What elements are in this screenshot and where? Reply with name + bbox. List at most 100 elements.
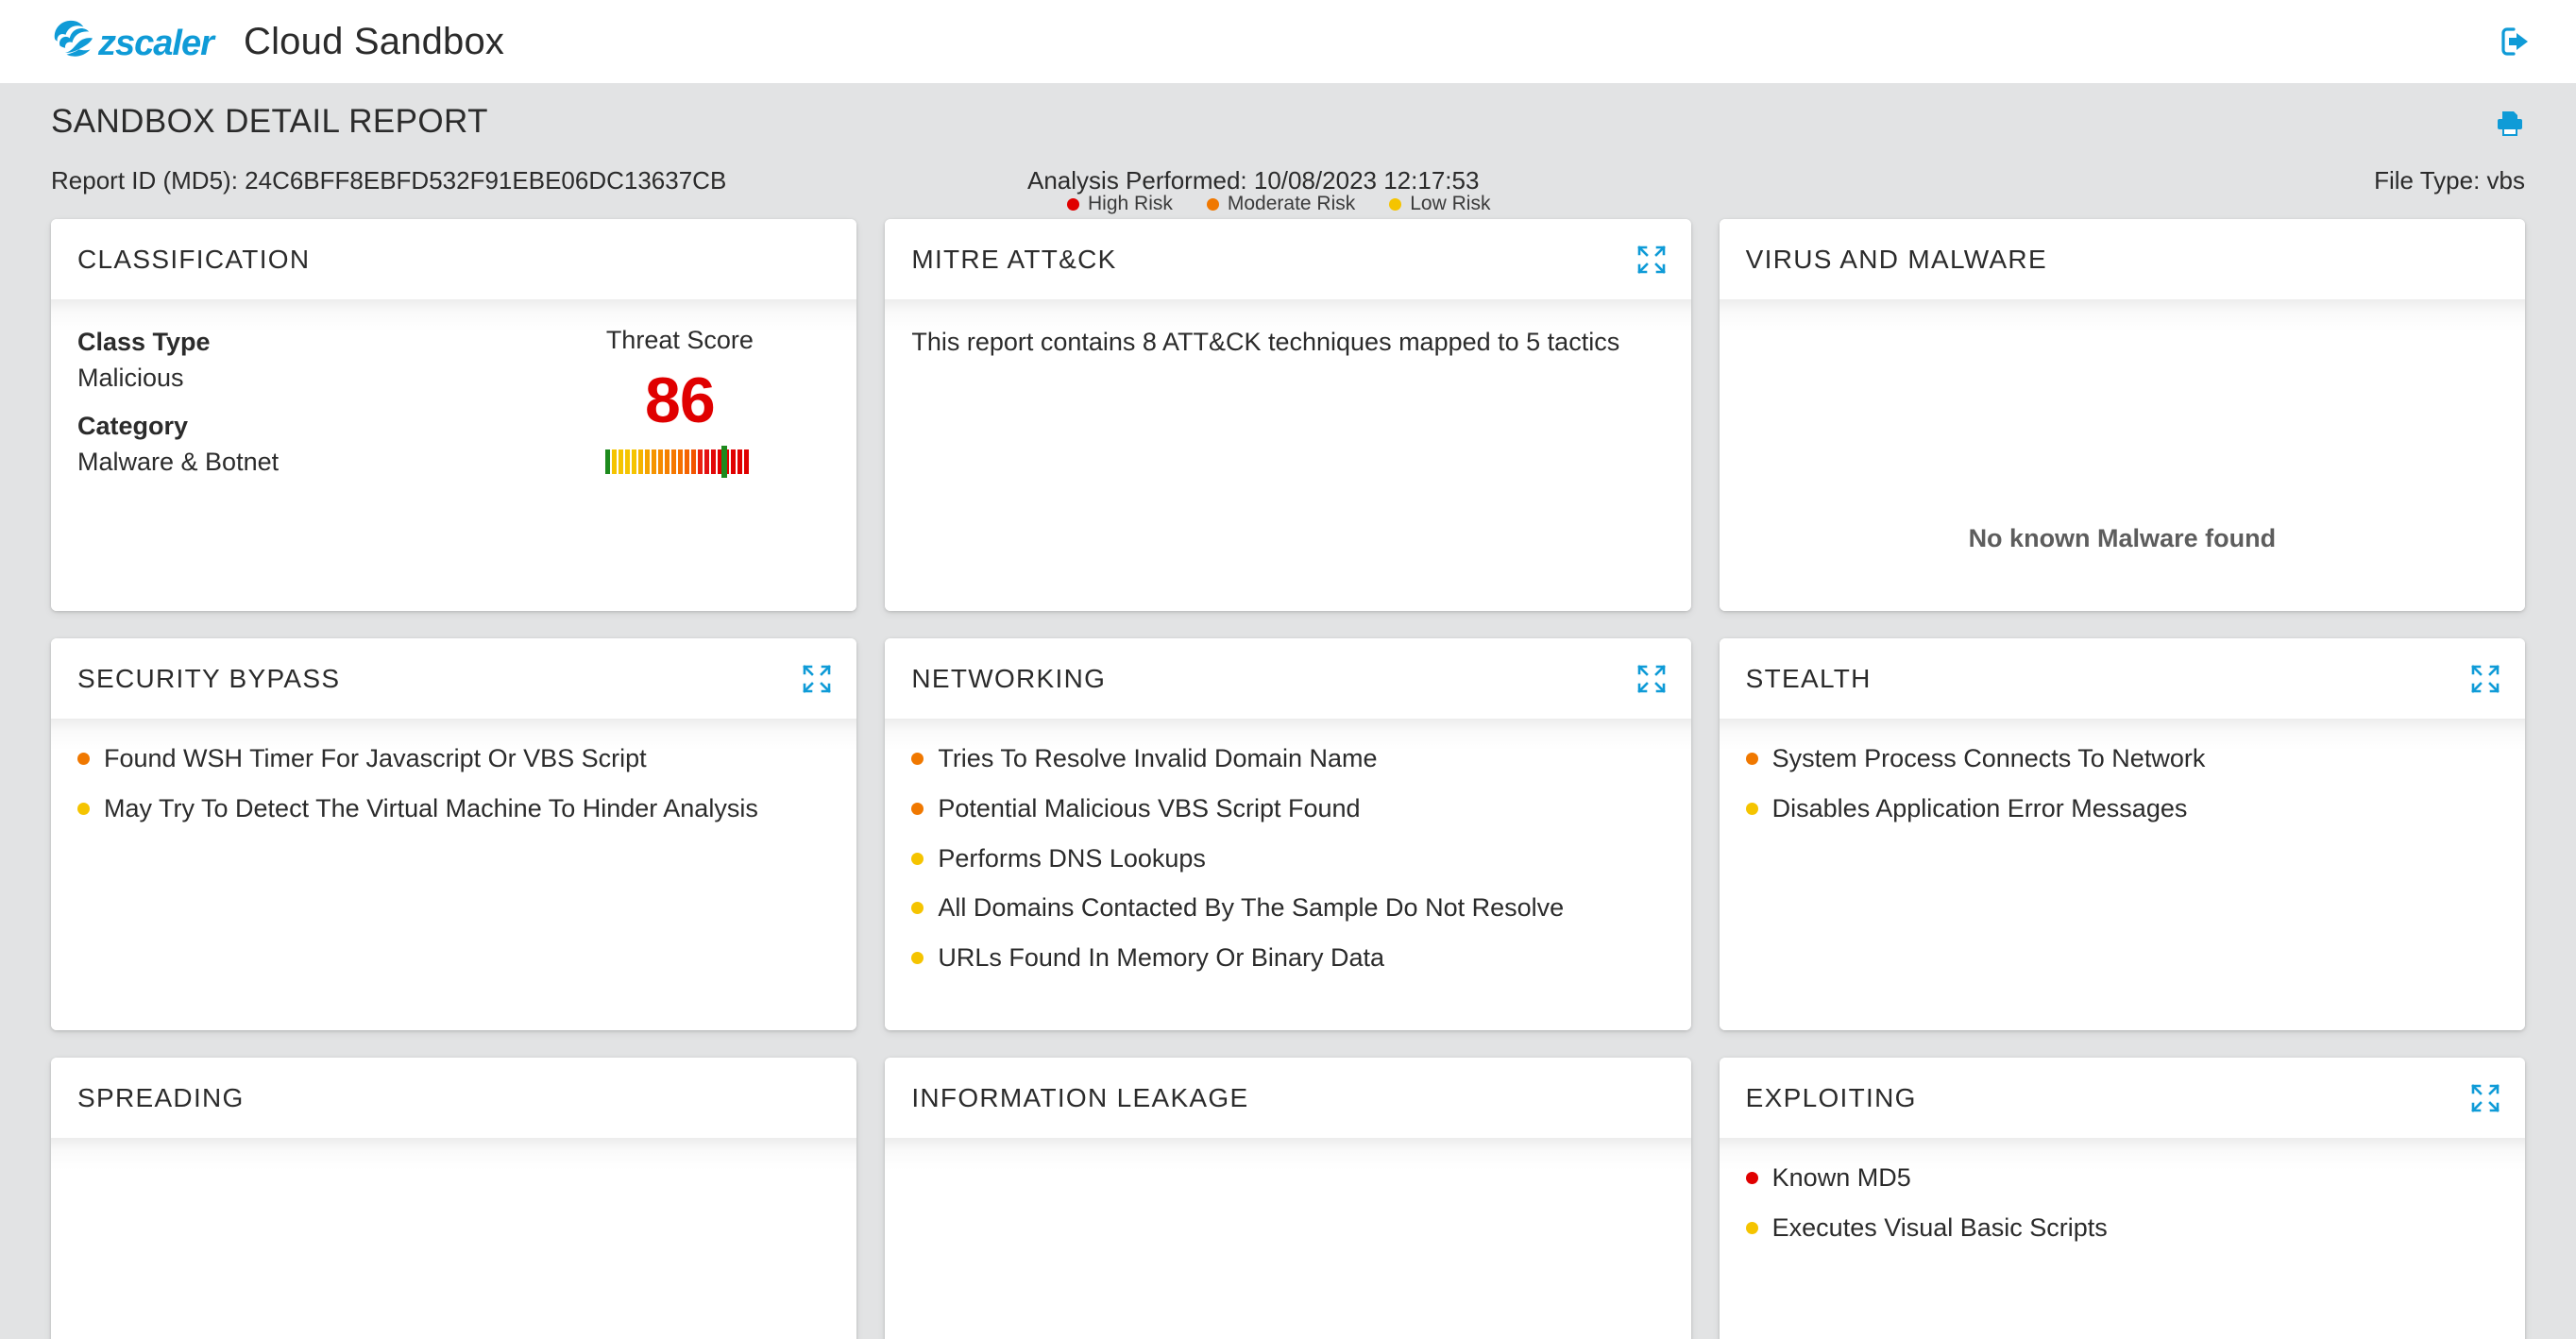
page-title: SANDBOX DETAIL REPORT (51, 103, 488, 140)
finding-label: Disables Application Error Messages (1771, 793, 2188, 822)
legend-item-moderate: Moderate Risk (1206, 193, 1356, 215)
finding-list: Tries To Resolve Invalid Domain Name Pot… (911, 743, 1664, 975)
class-type-label: Class Type (77, 328, 211, 356)
risk-bullet (911, 852, 924, 865)
mitre-summary: This report contains 8 ATT&CK techniques… (911, 328, 1620, 356)
card-header: VIRUS AND MALWARE (1719, 219, 2525, 299)
risk-bullet (911, 952, 924, 964)
finding-label: May Try To Detect The Virtual Machine To… (104, 793, 758, 822)
expand-icon[interactable] (803, 664, 832, 693)
list-item: System Process Connects To Network (1745, 743, 2499, 775)
finding-label: Performs DNS Lookups (938, 843, 1206, 873)
card-body: No known Malware found (1719, 299, 2525, 611)
card-body: Found WSH Timer For Javascript Or VBS Sc… (51, 719, 857, 1030)
card-header: SPREADING (51, 1058, 857, 1138)
card-title: NETWORKING (911, 663, 1107, 693)
finding-label: Found WSH Timer For Javascript Or VBS Sc… (104, 744, 647, 772)
card-title: EXPLOITING (1745, 1082, 1917, 1112)
finding-label: All Domains Contacted By The Sample Do N… (938, 893, 1565, 923)
category-label: Category (77, 412, 189, 440)
risk-bullet (1745, 802, 1758, 815)
risk-bullet (911, 753, 924, 765)
list-item: Executes Visual Basic Scripts (1745, 1212, 2499, 1245)
threat-score-label: Threat Score (605, 326, 754, 354)
legend-label-moderate: Moderate Risk (1227, 193, 1356, 214)
card-header: CLASSIFICATION (51, 219, 857, 299)
list-item: Tries To Resolve Invalid Domain Name (911, 743, 1664, 775)
list-item: May Try To Detect The Virtual Machine To… (77, 793, 830, 825)
card-header: MITRE ATT&CK (885, 219, 1691, 299)
svg-text:zscaler: zscaler (97, 24, 216, 63)
card-body: Known MD5 Executes Visual Basic Scripts (1719, 1138, 2525, 1339)
card-title: CLASSIFICATION (77, 244, 311, 274)
card-virus-and-malware: VIRUS AND MALWARE No known Malware found (1719, 219, 2525, 611)
card-mitre-attack: MITRE ATT&CK This report contains 8 ATT&… (885, 219, 1691, 611)
legend-label-high: High Risk (1088, 193, 1173, 214)
card-header: NETWORKING (885, 638, 1691, 719)
card-title: MITRE ATT&CK (911, 244, 1117, 274)
card-information-leakage: INFORMATION LEAKAGE No suspicious activi… (885, 1058, 1691, 1339)
finding-label: Potential Malicious VBS Script Found (938, 793, 1361, 822)
card-body: No suspicious activity detected (51, 1138, 857, 1339)
card-title: STEALTH (1745, 663, 1872, 693)
empty-state-text: No known Malware found (1968, 524, 2277, 552)
risk-bullet (1745, 1172, 1758, 1184)
high-risk-dot (1067, 197, 1079, 211)
card-exploiting: EXPLOITING Known MD5 Executes Visual Bas… (1719, 1058, 2525, 1339)
risk-bullet (1745, 753, 1758, 765)
list-item: Known MD5 (1745, 1162, 2499, 1195)
risk-bullet (1745, 1221, 1758, 1234)
card-title: SPREADING (77, 1082, 245, 1112)
legend-item-high: High Risk (1067, 193, 1173, 215)
file-type: File Type: vbs (2374, 166, 2525, 195)
analysis-performed: Analysis Performed: 10/08/2023 12:17:53 (1027, 166, 1480, 195)
card-title: VIRUS AND MALWARE (1745, 244, 2047, 274)
risk-legend: High Risk Moderate Risk Low Risk (1067, 193, 1490, 215)
expand-icon[interactable] (2471, 664, 2500, 693)
list-item: Disables Application Error Messages (1745, 793, 2499, 825)
card-header: INFORMATION LEAKAGE (885, 1058, 1691, 1138)
list-item: Found WSH Timer For Javascript Or VBS Sc… (77, 743, 830, 775)
card-body: No suspicious activity detected (885, 1138, 1691, 1339)
card-body: Tries To Resolve Invalid Domain Name Pot… (885, 719, 1691, 1030)
class-type-value: Malicious (77, 364, 184, 392)
finding-label: System Process Connects To Network (1771, 744, 2206, 772)
category-value: Malware & Botnet (77, 448, 280, 476)
card-spreading: SPREADING No suspicious activity detecte… (51, 1058, 857, 1339)
legend-item-low: Low Risk (1389, 193, 1490, 215)
card-body: Class Type Malicious Category Malware & … (51, 299, 857, 611)
finding-list: System Process Connects To Network Disab… (1745, 743, 2499, 825)
card-networking: NETWORKING Tries To Resolve Invalid Doma… (885, 638, 1691, 1030)
card-title: SECURITY BYPASS (77, 663, 341, 693)
card-body: System Process Connects To Network Disab… (1719, 719, 2525, 1030)
list-item: All Domains Contacted By The Sample Do N… (911, 892, 1664, 924)
top-bar: zscaler Cloud Sandbox (0, 0, 2576, 83)
finding-label: Tries To Resolve Invalid Domain Name (938, 744, 1378, 772)
report-id: Report ID (MD5): 24C6BFF8EBFD532F91EBE06… (51, 166, 727, 195)
moderate-risk-dot (1206, 197, 1219, 211)
list-item: URLs Found In Memory Or Binary Data (911, 942, 1664, 975)
zscaler-logo: zscaler (51, 17, 219, 66)
card-header: STEALTH (1719, 638, 2525, 719)
finding-list: Known MD5 Executes Visual Basic Scripts (1745, 1162, 2499, 1245)
risk-bullet (911, 802, 924, 815)
finding-label: Known MD5 (1771, 1163, 1911, 1192)
list-item: Performs DNS Lookups (911, 843, 1664, 875)
report-grid: CLASSIFICATION Class Type Malicious Cate… (0, 219, 2576, 1339)
card-header: SECURITY BYPASS (51, 638, 857, 719)
legend-label-low: Low Risk (1410, 193, 1491, 214)
threat-score-gauge (604, 446, 754, 479)
logout-icon[interactable] (2500, 25, 2534, 58)
expand-icon[interactable] (1636, 664, 1666, 693)
print-icon[interactable] (2495, 110, 2525, 138)
card-security-bypass: SECURITY BYPASS Found WSH Timer For Java… (51, 638, 857, 1030)
expand-icon[interactable] (1636, 245, 1666, 274)
finding-label: Executes Visual Basic Scripts (1771, 1212, 2108, 1242)
low-risk-dot (1389, 197, 1402, 211)
card-stealth: STEALTH System Process Connects To Netwo… (1719, 638, 2525, 1030)
classification-fields: Class Type Malicious Category Malware & … (77, 324, 529, 611)
finding-label: URLs Found In Memory Or Binary Data (938, 943, 1384, 972)
threat-score-block: Threat Score 86 (529, 324, 830, 611)
expand-icon[interactable] (2471, 1083, 2500, 1112)
card-header: EXPLOITING (1719, 1058, 2525, 1138)
